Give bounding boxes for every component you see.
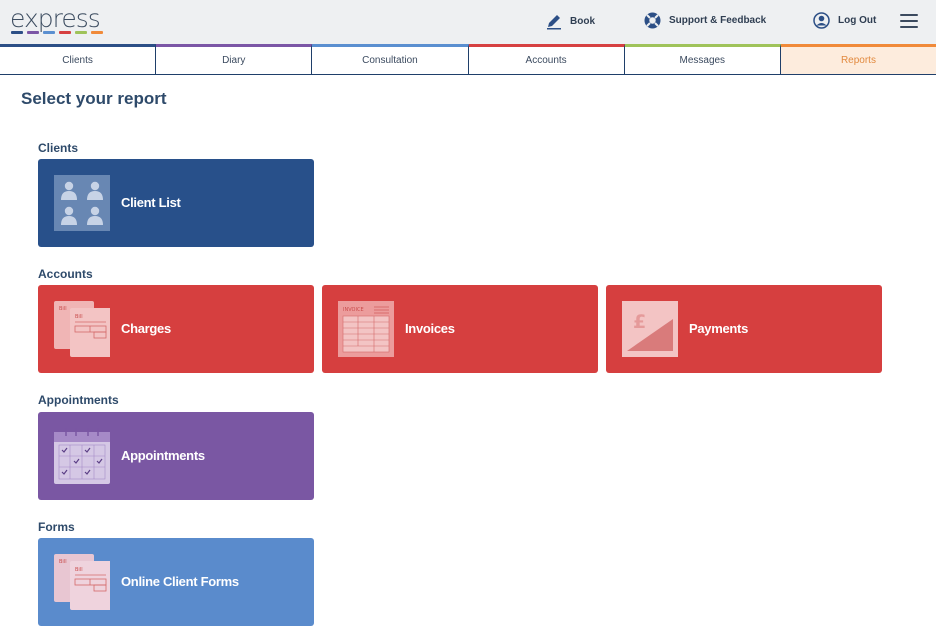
support-label: Support & Feedback	[669, 15, 767, 26]
main-nav-tabs: Clients Diary Consultation Accounts Mess…	[0, 44, 936, 75]
section-label-appointments: Appointments	[38, 393, 119, 407]
client-list-card[interactable]: Client List	[38, 159, 314, 247]
top-header: express Book Support & Feedback Log Out	[0, 0, 936, 44]
tab-consultation[interactable]: Consultation	[312, 44, 469, 74]
logout-button[interactable]: Log Out	[813, 12, 876, 29]
tab-label: Clients	[62, 55, 93, 66]
bill-text: Bill	[59, 559, 67, 565]
logo-dash	[91, 31, 103, 34]
logo-dash	[27, 31, 39, 34]
card-label: Payments	[689, 321, 749, 336]
tab-label: Reports	[840, 55, 876, 66]
card-label: Invoices	[405, 321, 455, 336]
book-label: Book	[570, 15, 595, 27]
card-label: Client List	[121, 195, 181, 210]
online-client-forms-card[interactable]: Bill Bill Online Client Forms	[38, 538, 314, 626]
tab-reports[interactable]: Reports	[780, 44, 936, 74]
express-logo[interactable]: express	[10, 4, 110, 38]
tab-diary[interactable]: Diary	[156, 44, 313, 74]
card-label: Charges	[121, 321, 171, 336]
invoice-text: INVOICE	[343, 307, 364, 313]
tab-label: Consultation	[362, 55, 418, 66]
pound-text: £	[633, 311, 646, 333]
logout-label: Log Out	[838, 15, 877, 26]
support-feedback-button[interactable]: Support & Feedback	[644, 12, 766, 29]
section-label-accounts: Accounts	[38, 267, 93, 281]
invoices-card[interactable]: INVOICE Invoices	[322, 285, 598, 373]
user-icon	[813, 12, 830, 29]
tab-label: Messages	[679, 55, 726, 66]
tab-label: Accounts	[525, 55, 567, 66]
logo-dash	[75, 31, 87, 34]
tab-clients[interactable]: Clients	[0, 44, 157, 74]
invoice-icon: INVOICE	[338, 301, 394, 357]
tab-messages[interactable]: Messages	[624, 44, 781, 74]
section-label-clients: Clients	[38, 141, 79, 155]
logo-dash	[11, 31, 23, 34]
charges-card[interactable]: Bill Bill Charges	[38, 285, 314, 373]
clients-icon	[54, 175, 110, 231]
card-label: Appointments	[121, 448, 205, 463]
bill-text: Bill	[75, 314, 83, 320]
menu-icon[interactable]	[900, 14, 918, 28]
pencil-icon	[547, 15, 561, 30]
bills-icon: Bill Bill	[54, 301, 126, 357]
tab-label: Diary	[222, 55, 246, 66]
bill-text: Bill	[75, 567, 83, 573]
card-label: Online Client Forms	[121, 574, 239, 589]
page-title: Select your report	[21, 89, 167, 108]
logo-dashes	[11, 31, 103, 34]
appointments-card[interactable]: Appointments	[38, 412, 314, 500]
calendar-icon	[54, 428, 110, 484]
logo-dash	[59, 31, 71, 34]
lifebuoy-icon	[644, 12, 661, 29]
bills-icon: Bill Bill	[54, 554, 126, 610]
payments-card[interactable]: £ Payments	[606, 285, 882, 373]
pound-icon: £	[622, 301, 678, 357]
logo-text: express	[10, 4, 101, 33]
book-button[interactable]: Book	[546, 12, 595, 30]
bill-text: Bill	[59, 306, 67, 312]
section-label-forms: Forms	[38, 520, 75, 534]
tab-accounts[interactable]: Accounts	[468, 44, 625, 74]
logo-dash	[43, 31, 55, 34]
